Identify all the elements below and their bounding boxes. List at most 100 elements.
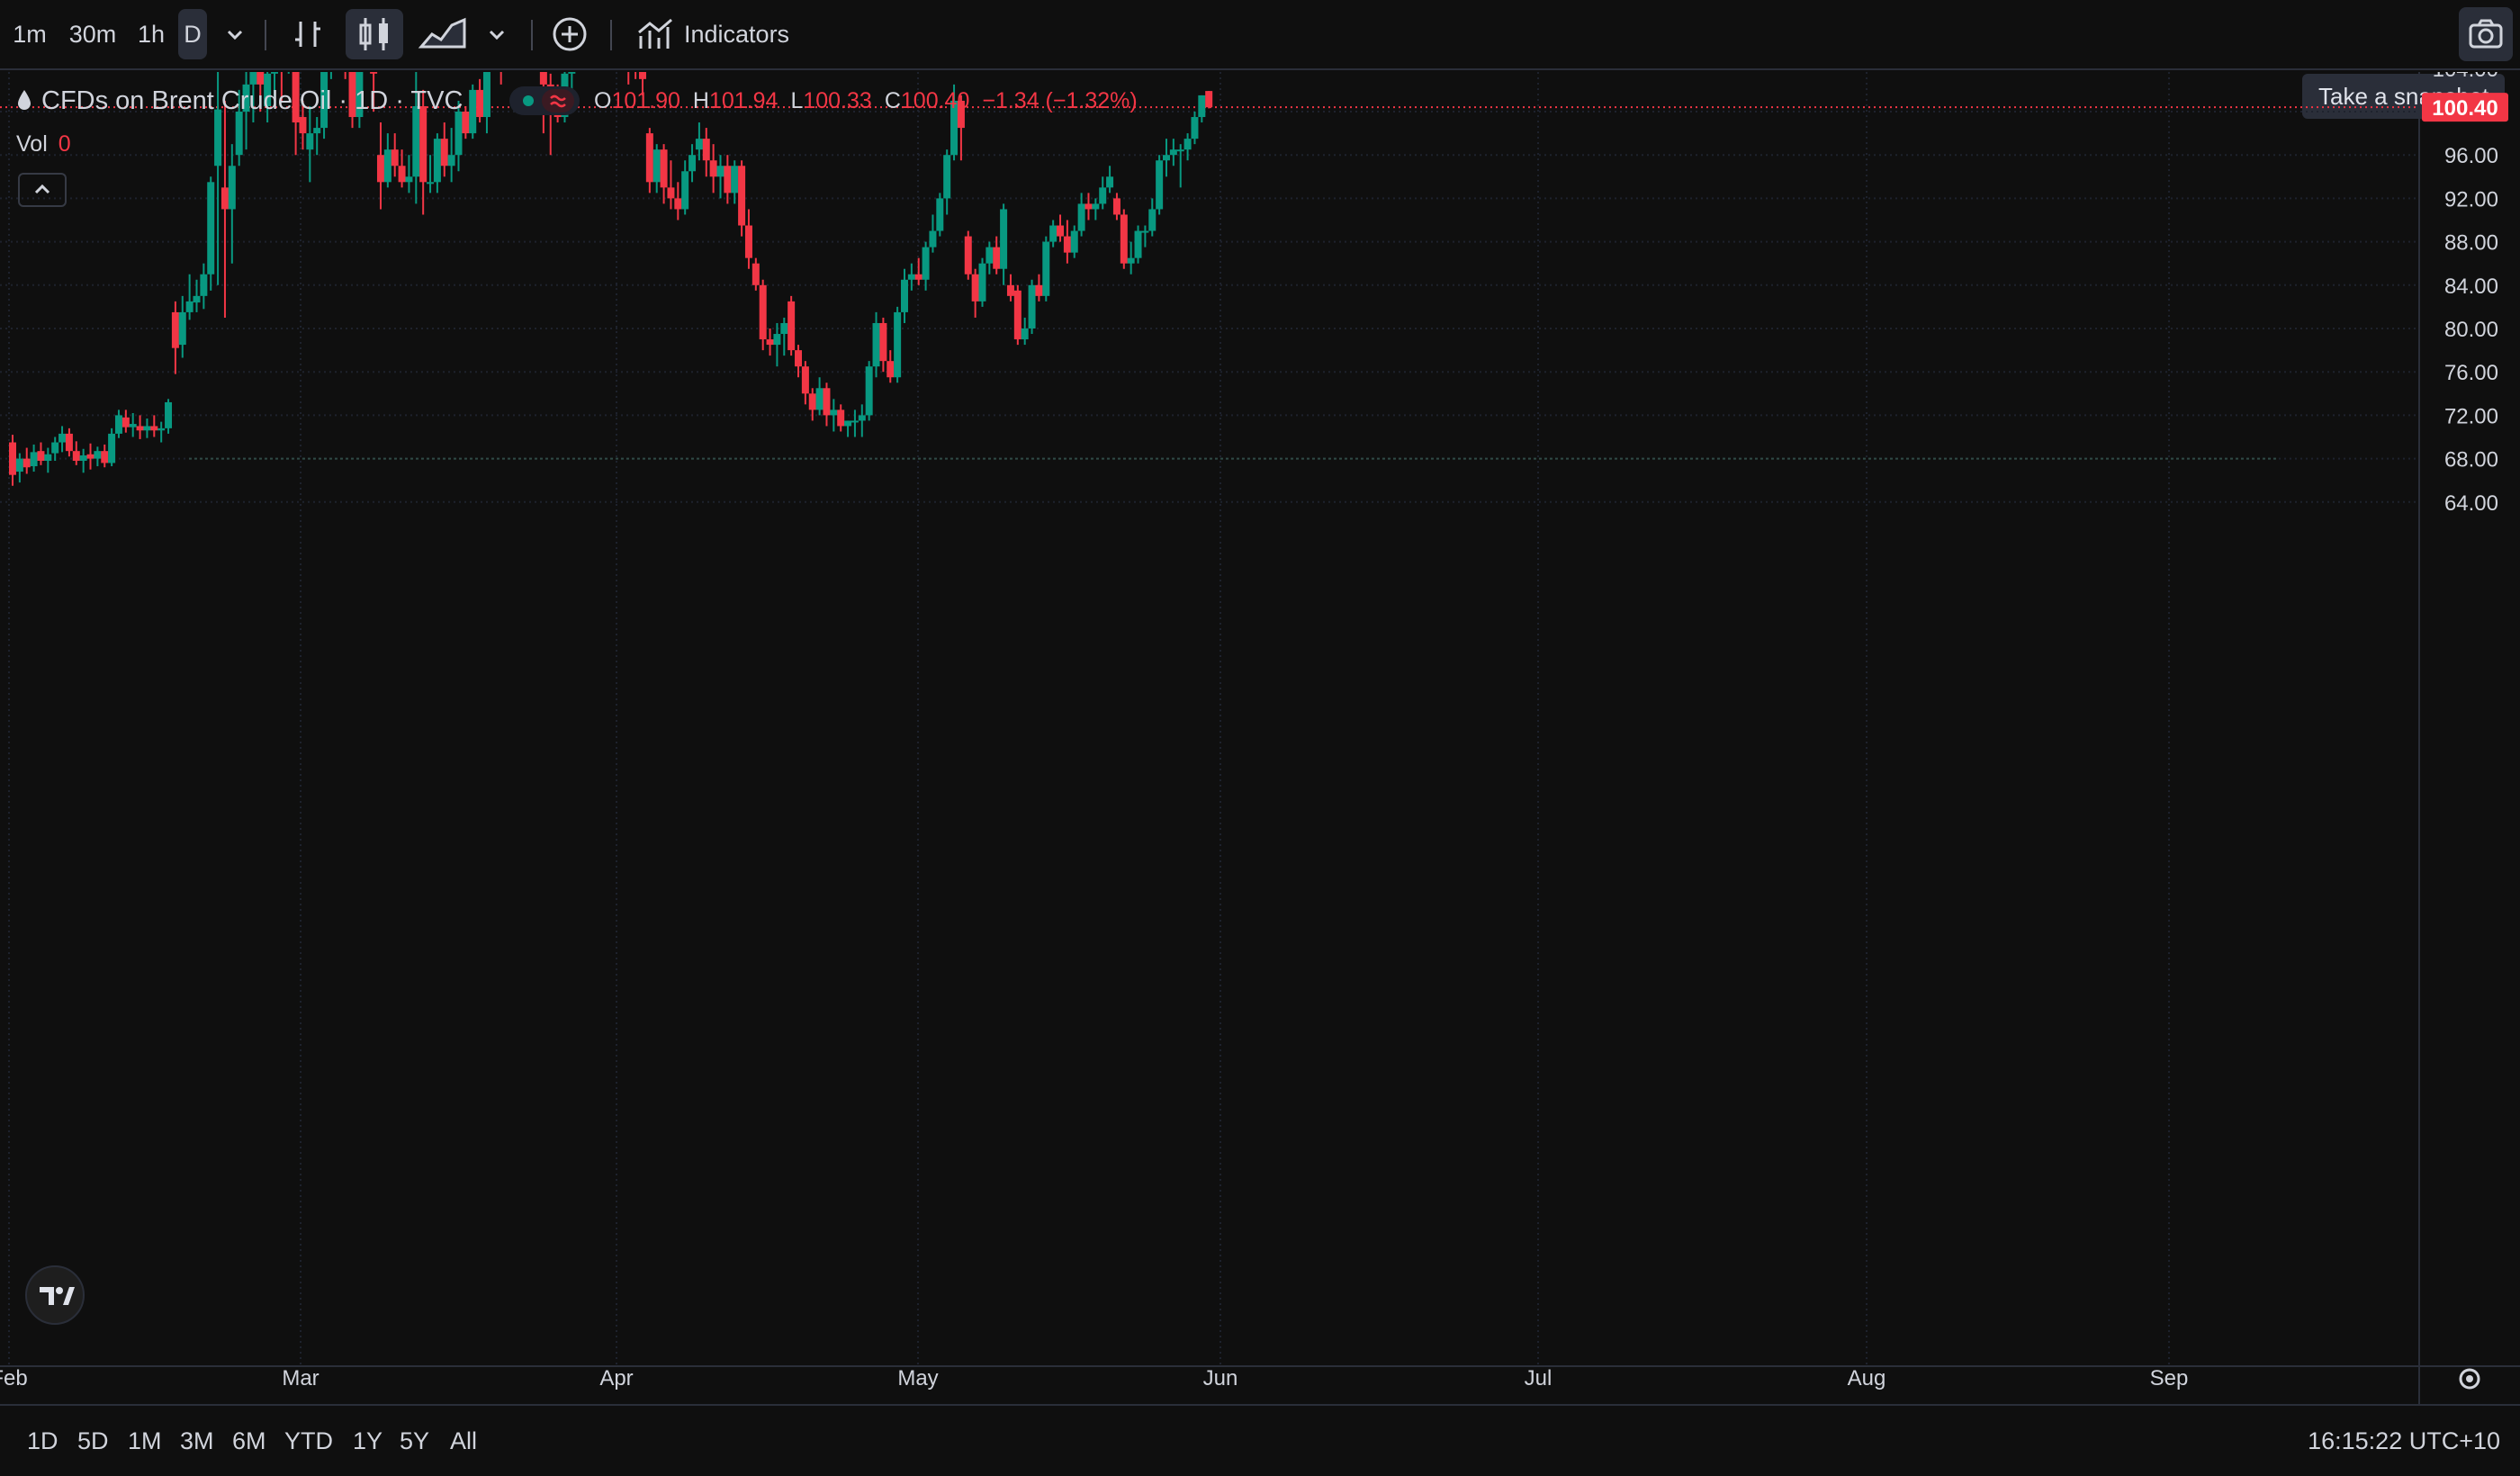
interval-d-button[interactable]: D bbox=[178, 9, 207, 59]
tradingview-logo-icon[interactable] bbox=[25, 1265, 85, 1325]
candle-body bbox=[830, 410, 838, 416]
range-1d-button[interactable]: 1D bbox=[27, 1420, 58, 1462]
candle-body bbox=[122, 417, 130, 428]
range-6m-button[interactable]: 6M bbox=[232, 1420, 266, 1462]
candle-body bbox=[15, 458, 23, 472]
candle-body bbox=[1057, 225, 1065, 237]
candle-body bbox=[1000, 209, 1008, 269]
candle-body bbox=[886, 361, 895, 378]
y-tick-label: 84.00 bbox=[2444, 274, 2498, 299]
candle-body bbox=[850, 420, 859, 423]
candle-body bbox=[1077, 203, 1085, 231]
price-chart[interactable]: 64.00 68.00 72.00 76.00 80.00 84.00 88.00 92.00… bbox=[0, 72, 2520, 1404]
y-tick-label: 68.00 bbox=[2444, 448, 2498, 472]
symbol-title[interactable]: CFDs on Brent Crude Oil · 1D · TVC bbox=[41, 86, 463, 115]
candle-body bbox=[660, 149, 668, 188]
candle-body bbox=[1099, 187, 1107, 204]
range-5d-button[interactable]: 5D bbox=[77, 1420, 109, 1462]
candle-body bbox=[638, 72, 646, 79]
range-1y-button[interactable]: 1Y bbox=[353, 1420, 382, 1462]
candle-body bbox=[788, 301, 796, 351]
axis-settings-gear-icon[interactable] bbox=[2459, 1368, 2480, 1390]
candle-body bbox=[94, 451, 102, 459]
candle-body bbox=[86, 454, 94, 459]
candle-body bbox=[65, 433, 73, 452]
candle-body bbox=[129, 424, 137, 428]
toolbar-divider bbox=[531, 20, 533, 50]
candle-body bbox=[207, 182, 215, 274]
timezone-clock[interactable]: 16:15:22 UTC+10 bbox=[2308, 1420, 2500, 1462]
high-value: 101.94 bbox=[708, 88, 778, 113]
candle-body bbox=[978, 263, 986, 302]
candle-body bbox=[738, 166, 746, 226]
candle-body bbox=[165, 401, 173, 428]
candle-body bbox=[171, 311, 179, 348]
candle-body bbox=[724, 166, 732, 194]
candle-body bbox=[271, 72, 279, 74]
collapse-legend-button[interactable] bbox=[18, 173, 67, 207]
candle-body bbox=[228, 166, 236, 210]
candle-body bbox=[51, 442, 59, 454]
candle-body bbox=[405, 176, 413, 183]
candle-body bbox=[674, 198, 682, 210]
candle-body bbox=[1042, 241, 1050, 296]
candle-body bbox=[943, 155, 951, 199]
toolbar-divider bbox=[610, 20, 612, 50]
interval-30m-button[interactable]: 30m bbox=[63, 9, 122, 59]
x-tick-label: Sep bbox=[2150, 1366, 2189, 1390]
candle-body bbox=[476, 89, 484, 118]
candle-body bbox=[872, 322, 880, 367]
candle-body bbox=[150, 426, 158, 431]
candle-body bbox=[1092, 203, 1100, 210]
range-1m-button[interactable]: 1M bbox=[128, 1420, 162, 1462]
candle-body bbox=[731, 166, 739, 194]
range-ytd-button[interactable]: YTD bbox=[284, 1420, 333, 1462]
y-tick-label: 96.00 bbox=[2444, 144, 2498, 168]
market-status-badge[interactable] bbox=[509, 86, 580, 115]
candle-body bbox=[1035, 284, 1043, 296]
candle-body bbox=[681, 171, 689, 210]
candle-body bbox=[1184, 139, 1192, 150]
candle-body bbox=[837, 410, 845, 427]
low-value: 100.33 bbox=[803, 88, 872, 113]
candle-body bbox=[993, 247, 1001, 269]
range-5y-button[interactable]: 5Y bbox=[400, 1420, 429, 1462]
area-style-icon[interactable] bbox=[416, 9, 470, 59]
candle-body bbox=[306, 133, 314, 150]
candle-body bbox=[539, 72, 547, 85]
candle-body bbox=[568, 72, 576, 74]
indicators-icon[interactable] bbox=[635, 9, 675, 59]
candle-body bbox=[200, 274, 208, 296]
candle-body bbox=[1191, 117, 1199, 140]
interval-dropdown-chevron-icon[interactable] bbox=[214, 9, 256, 59]
interval-1h-button[interactable]: 1h bbox=[130, 9, 173, 59]
candle-body bbox=[922, 247, 930, 280]
interval-1m-button[interactable]: 1m bbox=[7, 9, 52, 59]
bars-style-icon[interactable] bbox=[283, 9, 333, 59]
candle-body bbox=[1156, 160, 1164, 210]
candle-body bbox=[1070, 230, 1078, 253]
candle-body bbox=[702, 139, 710, 161]
candle-body bbox=[667, 187, 675, 199]
indicators-button[interactable]: Indicators bbox=[684, 9, 789, 59]
candle-body bbox=[1120, 214, 1128, 264]
candle-body bbox=[795, 350, 803, 367]
range-all-button[interactable]: All bbox=[450, 1420, 477, 1462]
x-tick-label: Feb bbox=[0, 1366, 28, 1390]
candle-body bbox=[844, 420, 852, 427]
candle-body bbox=[801, 366, 809, 394]
candle-body bbox=[894, 311, 902, 378]
x-tick-label: Aug bbox=[1848, 1366, 1886, 1390]
style-dropdown-chevron-icon[interactable] bbox=[479, 9, 515, 59]
candle-body bbox=[101, 451, 109, 464]
candle-body bbox=[744, 225, 752, 258]
candle-body bbox=[1006, 284, 1014, 296]
candle-body bbox=[688, 155, 697, 172]
candle-body bbox=[652, 149, 661, 183]
y-tick-label: 104.00 bbox=[2433, 72, 2498, 82]
camera-icon[interactable] bbox=[2459, 7, 2513, 61]
candles-style-icon[interactable] bbox=[346, 9, 403, 59]
compare-add-icon[interactable] bbox=[545, 9, 594, 59]
range-3m-button[interactable]: 3M bbox=[180, 1420, 214, 1462]
candle-body bbox=[695, 139, 703, 150]
